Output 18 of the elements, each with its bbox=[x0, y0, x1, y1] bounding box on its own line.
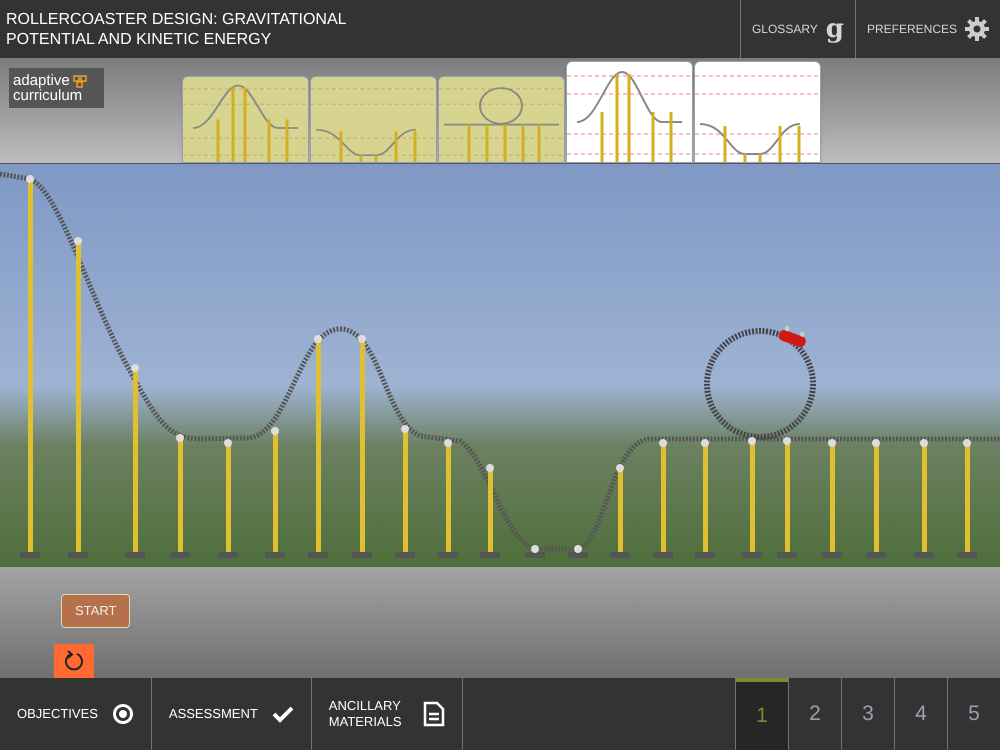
lesson-title: ROLLERCOASTER DESIGN: GRAVITATIONAL POTENTIAL AND KINETIC ENERGY bbox=[5, 10, 347, 50]
page-tab[interactable]: 2 bbox=[788, 678, 841, 750]
nav-tab[interactable]: ANCILLARY MATERIALS bbox=[312, 678, 463, 750]
reset-icon bbox=[63, 650, 85, 672]
page-tab[interactable]: 1 bbox=[735, 678, 788, 750]
start-button[interactable]: START bbox=[61, 594, 130, 628]
nav-tab[interactable]: OBJECTIVES bbox=[0, 678, 152, 750]
check-icon bbox=[272, 705, 294, 723]
glossary-letter-icon: g bbox=[826, 16, 844, 42]
logo: adaptive curriculum bbox=[9, 68, 104, 108]
page-tab[interactable]: 5 bbox=[947, 678, 1000, 750]
reset-button[interactable] bbox=[54, 644, 94, 678]
page-tab[interactable]: 3 bbox=[841, 678, 894, 750]
target-icon bbox=[112, 703, 134, 725]
nav-tab[interactable]: ASSESSMENT bbox=[152, 678, 312, 750]
cart-drawing bbox=[777, 326, 808, 348]
page-tab[interactable]: 4 bbox=[894, 678, 947, 750]
document-icon bbox=[422, 701, 445, 727]
